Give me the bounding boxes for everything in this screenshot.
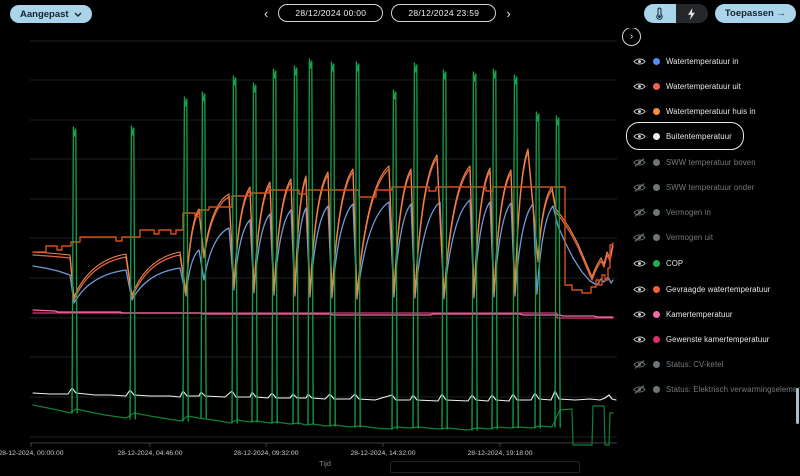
series-color-dot — [653, 310, 660, 318]
series-label: Status: Elektrisch verwarmingselement — [666, 384, 800, 394]
series-label: Buitentemperatuur — [666, 131, 732, 141]
eye-off-icon — [633, 359, 646, 369]
series-label: Watertemperatuur in — [666, 56, 739, 66]
toolbar-right-group: Toepassen → — [643, 4, 796, 23]
eye-icon — [633, 58, 646, 64]
range-preset-dropdown[interactable]: Aangepast — [10, 5, 92, 23]
x-tick-label: 28-12-2024, 04:46:00 — [117, 450, 182, 457]
legend-item-vermogen-in[interactable]: Vermogen in — [626, 198, 723, 226]
eye-icon — [633, 260, 646, 266]
series-label: Gevraagde watertemperatuur — [666, 284, 771, 294]
series-color-dot — [653, 335, 660, 343]
x-tick-label: 28-12-2024, 00:00:00 — [0, 450, 64, 457]
series-line-buitentemperatuur — [32, 387, 617, 402]
date-to-input[interactable]: 28/12/2024 23:59 — [391, 4, 497, 22]
series-line-watertemperatuur-in — [32, 199, 614, 304]
eye-off-icon — [633, 232, 646, 242]
series-color-dot — [653, 107, 660, 115]
series-color-dot — [653, 208, 660, 216]
eye-icon — [633, 286, 646, 292]
unit-toggle — [643, 4, 708, 23]
apply-button[interactable]: Toepassen → — [714, 4, 796, 23]
series-label: SWW temperatuur onder — [666, 182, 755, 192]
series-label: Status: CV-ketel — [666, 359, 724, 369]
chart-area[interactable]: 28-12-2024, 00:00:00 28-12-2024, 04:46:00… — [0, 0, 620, 471]
temperature-mode-button[interactable] — [643, 4, 676, 23]
series-color-dot — [653, 259, 660, 267]
legend-item-sww-temperatuur-onder[interactable]: SWW temperatuur onder — [626, 173, 766, 201]
legend-item-sww-temperatuur-boven[interactable]: SWW temperatuur boven — [626, 148, 768, 176]
series-line-gevraagde-watertemperatuur — [32, 186, 614, 294]
x-tick-label: 28-12-2024, 09:32:00 — [233, 450, 298, 457]
legend-item-watertemperatuur-in[interactable]: Watertemperatuur in — [626, 47, 751, 75]
legend-item-buitentemperatuur[interactable]: Buitentemperatuur — [626, 122, 744, 150]
eye-icon — [633, 83, 646, 89]
legend-item-gewenste-kamertemperatuur[interactable]: Gewenste kamertemperatuur — [626, 325, 781, 353]
eye-icon — [633, 133, 646, 139]
eye-icon — [633, 336, 646, 342]
series-color-dot — [653, 360, 660, 368]
legend-item-watertemperatuur-uit[interactable]: Watertemperatuur uit — [626, 72, 753, 100]
series-label: Gewenste kamertemperatuur — [666, 334, 770, 344]
chart-canvas: 28-12-2024, 00:00:00 28-12-2024, 04:46:00… — [0, 40, 617, 468]
legend-item-cop[interactable]: COP — [626, 249, 695, 277]
energy-mode-button[interactable] — [675, 4, 708, 23]
legend-item-status-cv-ketel[interactable]: Status: CV-ketel — [626, 350, 736, 378]
x-tick-label: 28-12-2024, 19:18:00 — [467, 450, 532, 457]
series-color-dot — [653, 183, 660, 191]
series-label: Watertemperatuur huis in — [666, 106, 756, 116]
series-color-dot — [653, 233, 660, 241]
date-range-controls: ‹ 28/12/2024 00:00 28/12/2024 23:59 › — [262, 4, 513, 22]
thermometer-icon — [656, 7, 664, 20]
eye-off-icon — [633, 384, 646, 394]
lightning-bolt-icon — [688, 7, 696, 20]
series-color-dot — [653, 385, 660, 393]
series-color-dot — [653, 57, 660, 65]
eye-off-icon — [633, 182, 646, 192]
legend-scrollbar-thumb[interactable] — [796, 388, 799, 424]
date-from-input[interactable]: 28/12/2024 00:00 — [278, 4, 384, 22]
series-color-dot — [653, 285, 660, 293]
series-label: Vermogen in — [666, 207, 711, 217]
next-period-button[interactable]: › — [504, 7, 512, 20]
series-label: SWW temperatuur boven — [666, 157, 756, 167]
legend-item-gevraagde-watertemperatuur[interactable]: Gevraagde watertemperatuur — [626, 275, 782, 303]
series-color-dot — [653, 82, 660, 90]
top-toolbar: Aangepast ‹ 28/12/2024 00:00 28/12/2024 … — [0, 0, 800, 28]
series-line-watertemperatuur-huis-in — [32, 148, 614, 298]
legend-item-vermogen-uit[interactable]: Vermogen uit — [626, 223, 725, 251]
legend-collapse-button[interactable]: › — [622, 27, 641, 46]
series-color-dot — [653, 158, 660, 166]
eye-off-icon — [633, 207, 646, 217]
legend-item-kamertemperatuur[interactable]: Kamertemperatuur — [626, 300, 745, 328]
x-tick-label: 28-12-2024, 14:32:00 — [350, 450, 415, 457]
eye-icon — [633, 311, 646, 317]
series-line-cop-baseline — [32, 404, 614, 446]
series-label: Watertemperatuur uit — [666, 81, 741, 91]
x-axis-title: Tijd — [319, 459, 331, 468]
legend-item-watertemperatuur-huis-in[interactable]: Watertemperatuur huis in — [626, 97, 768, 125]
series-color-dot — [653, 132, 660, 140]
eye-icon — [633, 108, 646, 114]
bottom-selector-box — [390, 461, 580, 473]
range-preset-label: Aangepast — [20, 8, 69, 20]
series-legend: › Watertemperatuur in Watertemperatuur ui… — [618, 0, 800, 471]
series-label: COP — [666, 258, 684, 268]
chevron-down-icon — [74, 12, 82, 17]
eye-off-icon — [633, 157, 646, 167]
series-label: Kamertemperatuur — [666, 309, 733, 319]
previous-period-button[interactable]: ‹ — [262, 7, 270, 20]
legend-item-status-elektrisch-verwarmingselement[interactable]: Status: Elektrisch verwarmingselement — [626, 375, 800, 403]
series-label: Vermogen uit — [666, 232, 714, 242]
